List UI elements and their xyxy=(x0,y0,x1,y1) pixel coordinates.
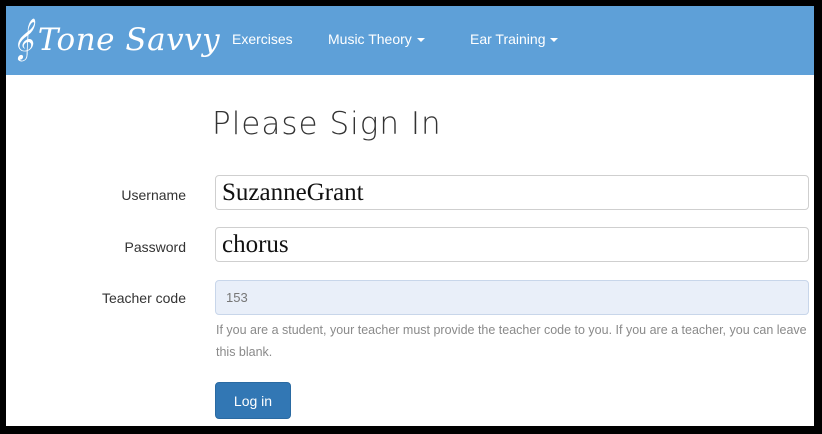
nav-ear-training[interactable]: Ear Training xyxy=(470,31,559,47)
nav-exercises[interactable]: Exercises xyxy=(232,31,293,47)
nav-music-theory-label: Music Theory xyxy=(328,31,412,47)
login-button[interactable]: Log in xyxy=(215,382,291,419)
nav-music-theory[interactable]: Music Theory xyxy=(328,31,425,47)
nav-ear-training-label: Ear Training xyxy=(470,31,546,47)
username-input[interactable] xyxy=(215,175,809,210)
password-label: Password xyxy=(124,239,186,255)
nav-exercises-label: Exercises xyxy=(232,31,293,47)
teacher-code-input[interactable] xyxy=(215,280,809,315)
navbar: 𝄞 Tone Savvy Exercises Music Theory Ear … xyxy=(6,6,814,75)
teacher-code-label: Teacher code xyxy=(101,290,186,306)
chevron-down-icon xyxy=(550,38,559,43)
password-input[interactable] xyxy=(215,227,809,262)
page-frame: 𝄞 Tone Savvy Exercises Music Theory Ear … xyxy=(6,6,814,426)
brand-name: Tone Savvy xyxy=(37,22,221,58)
username-label: Username xyxy=(121,187,186,203)
chevron-down-icon xyxy=(416,38,425,43)
page-title: Please Sign In xyxy=(212,106,442,142)
teacher-code-help-text: If you are a student, your teacher must … xyxy=(216,323,807,359)
brand-logo[interactable]: 𝄞 Tone Savvy xyxy=(12,18,220,62)
treble-clef-icon: 𝄞 xyxy=(12,19,34,60)
